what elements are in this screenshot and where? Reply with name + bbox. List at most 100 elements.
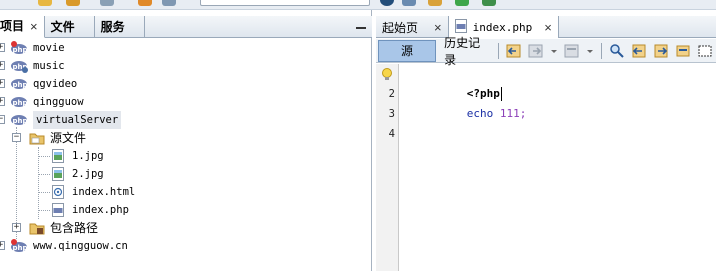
svg-text:php: php	[13, 81, 28, 89]
expand-icon[interactable]: +	[0, 43, 5, 52]
tab-services-label: 服务	[100, 19, 125, 34]
chevron-down-icon[interactable]	[550, 43, 558, 59]
expand-icon[interactable]: +	[0, 241, 5, 250]
tree-item-project-selected[interactable]: − php virtualServer	[0, 111, 122, 129]
run-icon[interactable]	[455, 0, 469, 6]
image-file-icon	[52, 167, 64, 181]
expand-icon[interactable]: +	[12, 223, 21, 232]
tree-item-file[interactable]: 1.jpg	[38, 147, 104, 165]
main-toolbar	[0, 0, 716, 10]
tree-item-source-folder[interactable]: − 源文件	[12, 129, 87, 147]
expand-icon[interactable]: +	[0, 79, 5, 88]
line-number: 2	[388, 88, 395, 100]
close-icon[interactable]: ×	[544, 20, 552, 35]
tree-item-project[interactable]: + php qingguow	[0, 93, 84, 111]
tab-files[interactable]: 文件	[45, 16, 95, 38]
editor-panel: 起始页 × index.php × 源 历史记录 2 3 4 <?php ech…	[376, 10, 716, 271]
tree-item-label: index.html	[72, 186, 136, 198]
debug-icon[interactable]	[482, 0, 496, 6]
tree-item-label: index.php	[72, 204, 129, 216]
find-previous-icon[interactable]	[631, 43, 647, 59]
toggle-rectangular-selection-icon[interactable]	[697, 43, 713, 59]
forward-icon[interactable]	[528, 43, 544, 59]
close-icon[interactable]: ×	[434, 20, 442, 35]
tree-item-file[interactable]: 2.jpg	[38, 165, 104, 183]
source-button[interactable]: 源	[378, 39, 437, 62]
tab-start-page[interactable]: 起始页 ×	[376, 16, 449, 38]
build-icon[interactable]	[380, 0, 394, 6]
tab-projects[interactable]: 项目 ×	[0, 16, 45, 38]
php-project-icon: php	[10, 95, 28, 109]
toolbar-combo[interactable]	[200, 0, 370, 6]
tree-item-label: qgvideo	[33, 78, 78, 90]
toggle-highlight-icon[interactable]	[675, 43, 691, 59]
undo-icon[interactable]	[138, 0, 152, 6]
tree-item-file[interactable]: index.html	[38, 183, 135, 201]
library-folder-icon	[29, 221, 45, 235]
back-icon[interactable]	[506, 43, 522, 59]
editor-tabs: 起始页 × index.php ×	[376, 16, 716, 38]
expand-icon[interactable]: +	[0, 61, 5, 70]
clean-icon[interactable]	[402, 0, 416, 6]
minimize-panel-icon[interactable]	[356, 20, 366, 34]
tab-index-php-label: index.php	[472, 20, 533, 34]
html-file-icon	[52, 185, 64, 199]
project-tree: + php movie + php music + php qgvideo +	[0, 39, 371, 271]
php-project-icon: php	[10, 239, 28, 253]
expand-icon[interactable]: +	[0, 97, 5, 106]
tree-item-label: 2.jpg	[72, 168, 104, 180]
tree-item-include-path[interactable]: + 包含路径	[12, 219, 99, 237]
lightbulb-hint-icon[interactable]	[380, 67, 394, 81]
semicolon: ;	[519, 107, 527, 120]
tab-files-label: 文件	[50, 19, 75, 34]
find-icon[interactable]	[609, 43, 625, 59]
tree-item-project[interactable]: + php music	[0, 57, 65, 75]
image-file-icon	[52, 149, 64, 163]
close-icon[interactable]: ×	[30, 16, 38, 37]
collapse-icon[interactable]: −	[0, 115, 5, 124]
tab-services[interactable]: 服务	[95, 16, 145, 38]
tree-item-label: www.qingguow.cn	[33, 240, 128, 252]
php-project-icon: php	[10, 113, 28, 127]
echo-keyword: echo	[466, 107, 494, 120]
projects-panel-tabs: 项目 × 文件 服务	[0, 16, 372, 38]
tab-projects-label: 项目	[0, 19, 25, 33]
last-edit-icon[interactable]	[564, 43, 580, 59]
tree-item-file[interactable]: index.php	[38, 201, 129, 219]
save-all-icon[interactable]	[100, 0, 114, 6]
tree-item-label: 1.jpg	[72, 150, 104, 162]
tree-item-project[interactable]: + php movie	[0, 39, 65, 57]
tree-item-label: 源文件	[50, 131, 87, 145]
projects-panel: 项目 × 文件 服务 + php movie + php music + php…	[0, 10, 372, 271]
tree-item-label: movie	[33, 42, 65, 54]
line-number: 4	[388, 128, 395, 140]
tree-item-project[interactable]: + php qgvideo	[0, 75, 77, 93]
find-next-icon[interactable]	[653, 43, 669, 59]
line-number: 3	[388, 108, 395, 120]
editor-toolbar: 源 历史记录	[376, 36, 716, 67]
redo-icon[interactable]	[162, 0, 176, 6]
php-project-icon: php	[10, 41, 28, 55]
tree-item-label: qingguow	[33, 96, 84, 108]
svg-text:php: php	[13, 99, 28, 107]
chevron-down-icon[interactable]	[586, 43, 594, 59]
new-file-icon[interactable]	[38, 0, 52, 6]
tab-start-page-label: 起始页	[382, 20, 419, 35]
history-button[interactable]: 历史记录	[436, 36, 494, 67]
line-number-gutter: 2 3 4	[376, 64, 399, 271]
folder-icon	[29, 131, 45, 145]
collapse-icon[interactable]: −	[12, 133, 21, 142]
tree-item-label: virtualServer	[33, 111, 122, 129]
svg-text:php: php	[13, 117, 28, 125]
code-editor[interactable]: 2 3 4 <?php echo 111;	[376, 64, 716, 271]
number-literal: 111	[499, 107, 520, 120]
svg-text:php: php	[13, 244, 28, 252]
svg-text:php: php	[13, 46, 28, 54]
tree-item-label: 包含路径	[50, 221, 99, 235]
code-line: echo 111;	[427, 84, 527, 120]
php-project-icon: php	[10, 77, 28, 91]
config-icon[interactable]	[428, 0, 442, 6]
open-project-icon[interactable]	[66, 0, 80, 6]
code-line: <?php	[427, 64, 502, 101]
tree-item-project[interactable]: + php www.qingguow.cn	[0, 237, 128, 255]
